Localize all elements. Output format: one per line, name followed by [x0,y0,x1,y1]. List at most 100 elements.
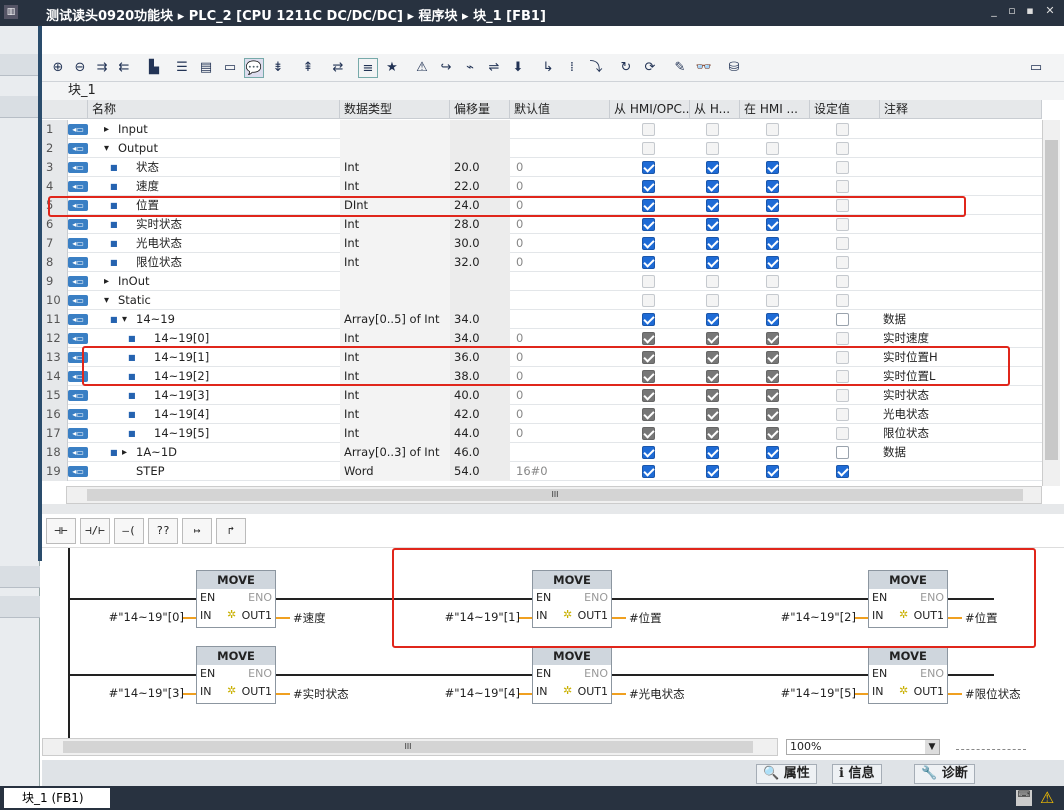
checkbox[interactable] [642,237,655,250]
default-value[interactable]: 16#0 [510,462,610,481]
ladder-tool-button[interactable]: ↱ [216,518,246,544]
comment[interactable]: 数据 [880,310,1042,329]
outdent-icon[interactable]: ⇇ [114,58,134,78]
expand-icon[interactable]: ▸ [104,272,114,291]
move-block[interactable]: MOVE EN ENO IN ✲ OUT1 [532,646,612,704]
checkbox[interactable] [766,294,779,307]
glasses-icon[interactable]: 👓 [694,58,714,78]
panel-toggle-icon[interactable]: ▥ [4,5,18,19]
data-type[interactable]: Int [340,386,450,405]
expand-icon[interactable]: ▸ [122,443,132,462]
move-block[interactable]: MOVE EN ENO IN ✲ OUT1 [196,646,276,704]
checkbox[interactable] [836,446,849,459]
data-type[interactable] [340,120,450,139]
table-row[interactable]: 9 ◂▭ ▸ InOut [42,272,1042,291]
tree-row[interactable] [0,96,40,118]
table-row[interactable]: 7 ◂▭ ■ 光电状态 Int 30.0 0 [42,234,1042,253]
move-block[interactable]: MOVE EN ENO IN ✲ OUT1 [868,646,948,704]
checkbox[interactable] [836,237,849,250]
variable-name[interactable]: 实时状态 [136,215,340,234]
checkbox[interactable] [836,332,849,345]
expand-icon[interactable]: ▸ [104,120,114,139]
maximize-icon[interactable]: ▪ [1024,5,1036,17]
checkbox[interactable] [706,332,719,345]
comment[interactable] [880,462,1042,481]
checkbox[interactable] [642,408,655,421]
in-operand[interactable]: #"14~19"[3] [108,686,184,700]
comment[interactable] [880,139,1042,158]
variable-name[interactable]: 14~19[4] [154,405,340,424]
default-value[interactable] [510,291,610,310]
checkbox[interactable] [706,465,719,478]
checkbox[interactable] [836,427,849,440]
indent-icon[interactable]: ⇉ [92,58,112,78]
checkbox[interactable] [766,123,779,136]
table-row[interactable]: 3 ◂▭ ■ 状态 Int 20.0 0 [42,158,1042,177]
checkbox[interactable] [706,256,719,269]
variable-name[interactable]: 14~19[3] [154,386,340,405]
checkbox[interactable] [642,256,655,269]
data-type[interactable]: Int [340,424,450,443]
column-header[interactable]: 从 HMI/OPC... [610,100,690,119]
network-icon[interactable]: ▭ [220,58,240,78]
checkbox[interactable] [642,294,655,307]
checkbox[interactable] [642,218,655,231]
scroll-thumb[interactable]: lll [87,489,1023,501]
variable-name[interactable]: 速度 [136,177,340,196]
column-header[interactable]: 从 H... [690,100,740,119]
checkbox[interactable] [642,180,655,193]
checkbox[interactable] [706,123,719,136]
checkbox[interactable] [766,313,779,326]
step-icon[interactable]: ⤵ [586,58,606,78]
checkbox[interactable] [836,294,849,307]
column-header[interactable]: 偏移量 [450,100,510,119]
ladder-tool-button[interactable]: ↦ [182,518,212,544]
horizontal-scrollbar[interactable]: lll [66,486,1042,504]
checkbox[interactable] [642,275,655,288]
ladder-tool-button[interactable]: ⊣/⊢ [80,518,110,544]
variable-name[interactable]: 1A~1D [136,443,340,462]
warning-icon[interactable]: ⚠ [1040,788,1054,807]
zoom-slider[interactable] [956,746,1026,750]
default-value[interactable]: 0 [510,177,610,196]
variable-name[interactable]: STEP [136,462,340,481]
checkbox[interactable] [836,313,849,326]
out-operand[interactable]: #光电状态 [629,686,685,702]
ladder-tool-button[interactable]: –( )– [114,518,144,561]
favorites-icon[interactable]: ≡ [358,58,378,78]
in-operand[interactable]: #"14~19"[5] [780,686,856,700]
checkbox[interactable] [836,408,849,421]
table-row[interactable]: 6 ◂▭ ■ 实时状态 Int 28.0 0 [42,215,1042,234]
checkbox[interactable] [836,218,849,231]
chevron-down-icon[interactable]: ▼ [925,740,939,754]
in-operand[interactable]: #"14~19"[0] [108,610,184,624]
table-row[interactable]: 17 ◂▭ ■ 14~19[5] Int 44.0 0 限位状态 [42,424,1042,443]
star-icon[interactable]: ★ [382,58,402,78]
monitor-on-icon[interactable]: ⟳ [640,58,660,78]
comment[interactable] [880,215,1042,234]
checkbox[interactable] [766,446,779,459]
table-row[interactable]: 18 ◂▭ ■ ▸ 1A~1D Array[0..3] of Int 46.0 数据 [42,443,1042,462]
comment[interactable]: 数据 [880,443,1042,462]
comment[interactable] [880,234,1042,253]
checkbox[interactable] [706,389,719,402]
table-row[interactable]: 1 ◂▭ ▸ Input [42,120,1042,139]
checkbox[interactable] [706,161,719,174]
checkbox[interactable] [642,161,655,174]
in-operand[interactable]: #"14~19"[4] [444,686,520,700]
ladder-scrollbar[interactable]: lll [42,738,778,756]
goto-next-icon[interactable]: ↪ [436,58,456,78]
variable-name[interactable]: Output [118,139,340,158]
checkbox[interactable] [706,275,719,288]
checkbox[interactable] [642,389,655,402]
data-type[interactable]: Int [340,177,450,196]
checkbox[interactable] [836,465,849,478]
column-header[interactable]: 注释 [880,100,1042,119]
ladder-tool-button[interactable]: ?? [148,518,178,544]
default-value[interactable]: 0 [510,424,610,443]
table-row[interactable]: 8 ◂▭ ■ 限位状态 Int 32.0 0 [42,253,1042,272]
checkbox[interactable] [836,389,849,402]
default-value[interactable]: 0 [510,386,610,405]
expand-all-icon[interactable]: ⇟ [268,58,288,78]
list-icon[interactable]: ☰ [172,58,192,78]
